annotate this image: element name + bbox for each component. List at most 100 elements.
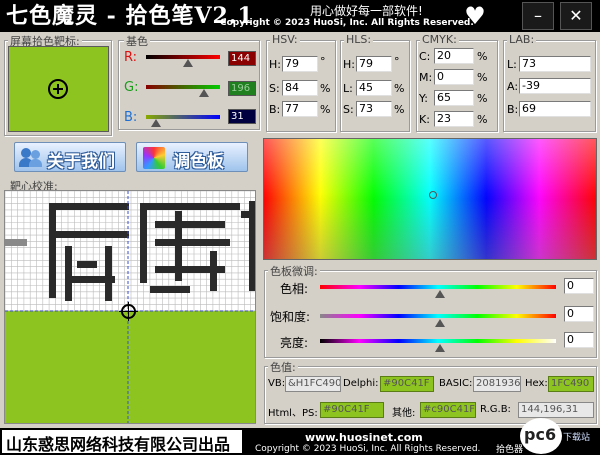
vb-field[interactable]: &H1FC490 <box>285 376 341 392</box>
base-color-label: 基色 <box>124 33 150 49</box>
watermark-tag: 拾色器 <box>496 445 524 455</box>
hsv-label: HSV: <box>270 33 300 46</box>
saturation-slider-track[interactable] <box>320 314 556 318</box>
hls-l-field[interactable]: 45 <box>356 80 392 96</box>
footer-copyright: Copyright © 2023 HuoSi, Inc. All Rights … <box>255 444 481 454</box>
website-link[interactable]: www.huosinet.com <box>305 431 423 444</box>
palette-label: 调色板 <box>173 152 224 172</box>
brightness-slider-track[interactable] <box>320 339 556 343</box>
basic-field[interactable]: 2081936 <box>473 376 521 392</box>
b-value[interactable]: 31 <box>228 109 256 124</box>
fine-tune-label: 色板微调: <box>268 263 320 279</box>
calibration-magnifier[interactable] <box>4 190 256 424</box>
hsv-b-unit: % <box>320 103 331 116</box>
r-label: R: <box>124 50 138 65</box>
rgb-label: R.G.B: <box>480 404 511 415</box>
color-values-label: 色值: <box>268 359 298 375</box>
g-label: G: <box>124 80 139 95</box>
hsv-h-label: H: <box>269 58 281 71</box>
cmyk-c-unit: % <box>477 50 488 63</box>
color-spectrum[interactable] <box>263 138 597 260</box>
title-bar[interactable]: 七色魔灵 - 拾色笔V2.1 用心做好每一部软件! Copyright © 20… <box>0 0 600 32</box>
other-field[interactable]: #c90C41F <box>420 402 476 418</box>
company-name: 山东惑思网络科技有限公司出品 <box>6 435 231 454</box>
minimize-button[interactable]: – <box>522 2 554 30</box>
brightness-slider-thumb[interactable] <box>435 344 445 352</box>
g-value[interactable]: 196 <box>228 81 256 96</box>
delphi-field[interactable]: #90C41F <box>380 376 434 392</box>
cmyk-k-unit: % <box>477 113 488 126</box>
about-us-label: 关于我们 <box>47 152 115 172</box>
basic-label: BASIC: <box>439 378 473 389</box>
hex-field[interactable]: 1FC490 <box>548 376 594 392</box>
hex-label: Hex: <box>525 378 548 389</box>
cmyk-label: CMYK: <box>420 33 459 46</box>
saturation-value[interactable]: 0 <box>564 306 594 322</box>
hsv-s-unit: % <box>320 82 331 95</box>
app-slogan: 用心做好每一部软件! <box>310 4 423 18</box>
picker-target-swatch[interactable] <box>8 46 109 132</box>
crosshair-icon[interactable] <box>48 79 68 99</box>
lab-l-field[interactable]: 73 <box>519 56 591 72</box>
saturation-slider-thumb[interactable] <box>435 319 445 327</box>
other-label: 其他: <box>392 408 416 419</box>
hsv-h-field[interactable]: 79 <box>282 56 318 72</box>
close-button[interactable]: ✕ <box>560 2 592 30</box>
r-slider-thumb[interactable] <box>183 59 193 67</box>
hls-label: HLS: <box>344 33 374 46</box>
cmyk-k-label: K: <box>419 113 430 126</box>
hls-h-field[interactable]: 79 <box>356 56 392 72</box>
cmyk-k-field[interactable]: 23 <box>434 111 474 127</box>
heart-logo-icon: ♥ <box>464 2 486 30</box>
hue-slider-thumb[interactable] <box>435 290 445 298</box>
hsv-s-label: S: <box>269 82 280 95</box>
saturation-label: 饱和度: <box>270 310 311 324</box>
palette-icon <box>143 147 165 169</box>
rgb-field[interactable]: 144,196,31 <box>518 402 594 418</box>
hls-h-unit: ° <box>394 55 400 68</box>
hls-s-field[interactable]: 73 <box>356 101 392 117</box>
app-title: 七色魔灵 - 拾色笔V2.1 <box>6 3 254 29</box>
delphi-label: Delphi: <box>343 378 379 389</box>
hls-l-unit: % <box>394 82 405 95</box>
brightness-value[interactable]: 0 <box>564 332 594 348</box>
lab-label: LAB: <box>507 33 537 46</box>
hsv-s-field[interactable]: 84 <box>282 80 318 96</box>
hsv-h-unit: ° <box>320 55 326 68</box>
pc6-watermark: pc6 <box>524 425 557 444</box>
lab-b-field[interactable]: 69 <box>519 101 591 117</box>
g-slider-thumb[interactable] <box>199 89 209 97</box>
palette-button[interactable]: 调色板 <box>136 142 248 172</box>
cmyk-m-field[interactable]: 0 <box>434 69 474 85</box>
pc6-logo-icon: pc6 <box>520 418 562 454</box>
cmyk-m-unit: % <box>477 71 488 84</box>
hsv-b-field[interactable]: 77 <box>282 101 318 117</box>
users-icon <box>19 146 43 168</box>
html-ps-label: Html、PS: <box>268 408 318 419</box>
about-us-button[interactable]: 关于我们 <box>14 142 126 172</box>
spectrum-picker-icon[interactable] <box>429 191 437 199</box>
cmyk-c-field[interactable]: 20 <box>434 48 474 64</box>
hsv-b-label: B: <box>269 103 281 116</box>
watermark-sub: 下载站 <box>563 433 591 443</box>
cmyk-y-unit: % <box>477 92 488 105</box>
hue-value[interactable]: 0 <box>564 278 594 294</box>
html-ps-field[interactable]: #90C41F <box>320 402 384 418</box>
hls-s-label: S: <box>343 103 354 116</box>
hue-slider-track[interactable] <box>320 285 556 289</box>
company-banner: 山东惑思网络科技有限公司出品 <box>2 430 242 454</box>
cmyk-y-label: Y: <box>419 92 428 105</box>
r-value[interactable]: 144 <box>228 51 256 66</box>
header-copyright: Copyright © 2023 HuoSi, Inc. All Rights … <box>220 18 474 28</box>
lab-a-field[interactable]: -39 <box>519 78 591 94</box>
b-label: B: <box>124 110 138 125</box>
lab-a-label: A: <box>507 80 519 93</box>
cmyk-y-field[interactable]: 65 <box>434 90 474 106</box>
lab-l-label: L: <box>507 58 517 71</box>
hls-s-unit: % <box>394 103 405 116</box>
cmyk-m-label: M: <box>419 71 433 84</box>
b-slider-thumb[interactable] <box>151 119 161 127</box>
calibration-crosshair-icon[interactable] <box>119 302 138 321</box>
brightness-label: 亮度: <box>280 336 309 350</box>
footer-bar: 山东惑思网络科技有限公司出品 www.huosinet.com Copyrigh… <box>0 418 600 455</box>
